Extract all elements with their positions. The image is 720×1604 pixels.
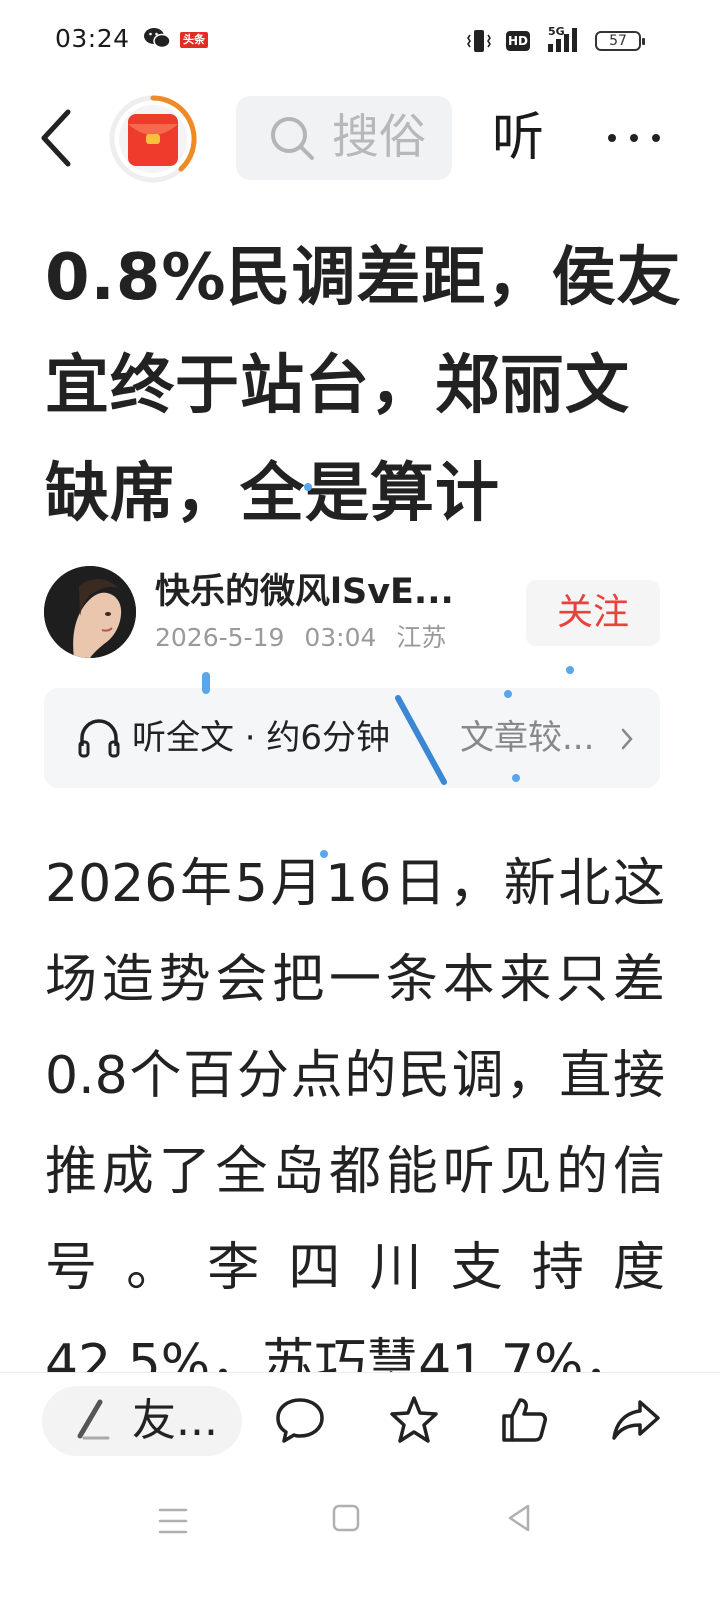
- touch-mark: [320, 850, 328, 858]
- touch-stroke: [395, 695, 447, 785]
- headphone-icon: [78, 719, 120, 758]
- publish-location: 江苏: [396, 623, 447, 652]
- listen-button[interactable]: 听: [492, 104, 544, 172]
- touch-mark: [304, 483, 312, 491]
- network-label: 5G: [548, 25, 565, 38]
- back-icon[interactable]: [36, 104, 80, 172]
- red-packet-icon[interactable]: [108, 94, 198, 184]
- share-icon[interactable]: [610, 1394, 662, 1446]
- publish-date: 2026-5-19: [155, 623, 285, 652]
- menu-icon[interactable]: [156, 1504, 190, 1538]
- system-nav-bar: [0, 1478, 720, 1604]
- avatar[interactable]: [44, 566, 136, 658]
- hd-badge: HD: [506, 31, 530, 51]
- comment-placeholder[interactable]: 友...: [132, 1392, 218, 1450]
- toutiao-badge: 头条: [180, 32, 208, 48]
- pen-icon: [77, 1399, 110, 1440]
- article-title: 0.8%民调差距，侯友宜终于站台，郑丽文缺席，全是算计: [45, 241, 682, 531]
- battery-indicator: 57: [595, 31, 645, 51]
- like-icon[interactable]: [498, 1394, 550, 1446]
- listen-full-label[interactable]: 听全文 · 约6分钟: [132, 712, 390, 764]
- back-triangle-icon[interactable]: [504, 1502, 534, 1534]
- more-icon[interactable]: [606, 128, 662, 148]
- home-icon[interactable]: [330, 1502, 362, 1534]
- listen-summary[interactable]: 文章较...: [460, 712, 594, 764]
- search-icon[interactable]: [266, 112, 318, 164]
- publish-time: 03:04: [304, 623, 377, 652]
- touch-mark: [504, 690, 512, 698]
- comment-icon[interactable]: [274, 1394, 326, 1446]
- follow-button[interactable]: 关注: [526, 580, 660, 646]
- chevron-right-icon[interactable]: [616, 724, 638, 754]
- wechat-icon: [144, 28, 171, 49]
- signal-icon: 5G: [548, 25, 577, 52]
- star-icon[interactable]: [388, 1394, 440, 1446]
- article-body: 2026年5月16日，新北这场造势会把一条本来只差0.8个百分点的民调，直接推成…: [45, 854, 665, 1394]
- search-input[interactable]: 搜俗: [332, 108, 442, 168]
- status-time: 03:24: [55, 24, 130, 53]
- touch-mark: [512, 774, 520, 782]
- article-meta: 2026-5-19 03:04 江苏: [155, 618, 446, 658]
- author-name[interactable]: 快乐的微风lSvE...: [155, 568, 454, 616]
- touch-mark: [566, 666, 574, 674]
- vibrate-icon: [467, 30, 491, 52]
- touch-mark: [202, 672, 210, 694]
